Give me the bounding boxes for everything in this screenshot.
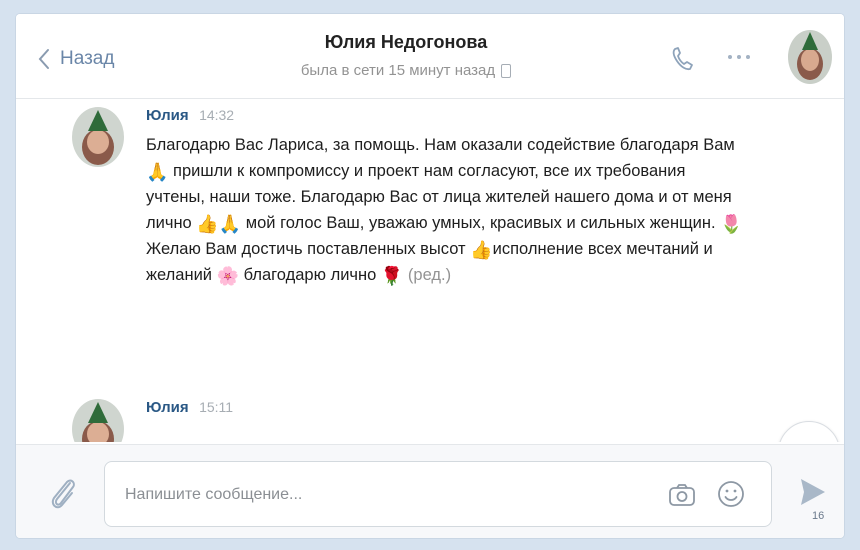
- mobile-icon: [501, 63, 512, 78]
- author-name[interactable]: Юлия: [146, 399, 189, 416]
- message-time: 15:11: [199, 399, 234, 415]
- message: Юлия 14:32 Благодарю Вас Лариса, за помо…: [72, 107, 772, 367]
- message-input[interactable]: [123, 480, 647, 510]
- emoji: 👍: [196, 214, 219, 234]
- paperclip-icon[interactable]: [46, 473, 80, 513]
- message-text-part: Желаю Вам достичь поставленных высот: [146, 240, 466, 258]
- phone-icon[interactable]: [668, 44, 698, 74]
- status-text: была в сети 15 минут назад: [300, 62, 496, 79]
- message-input-box: [104, 461, 772, 527]
- chat-header: Назад Юлия Недогонова была в сети 15 мин…: [16, 14, 844, 99]
- message-composer: [16, 444, 844, 538]
- edited-label: (ред.): [407, 266, 452, 284]
- message-header: Юлия 14:32: [146, 107, 234, 125]
- emoji: 🌹: [380, 266, 404, 286]
- message-text-part: мой голос Ваш, уважаю умных, красивых и …: [245, 214, 716, 232]
- smiley-icon[interactable]: [715, 478, 747, 510]
- message-text: Благодарю Вас Лариса, за помощь. Нам ока…: [146, 132, 746, 288]
- emoji: 👍: [470, 240, 493, 260]
- avatar[interactable]: [788, 30, 832, 84]
- back-button[interactable]: Назад: [38, 44, 114, 74]
- chat-window: Назад Юлия Недогонова была в сети 15 мин…: [16, 14, 844, 538]
- camera-icon[interactable]: [667, 480, 697, 510]
- scroll-down-button[interactable]: [778, 421, 840, 442]
- emoji: 🙏: [146, 162, 169, 182]
- message-text-part: благодарю лично: [243, 266, 377, 284]
- author-name[interactable]: Юлия: [146, 107, 189, 124]
- message-list: Юлия 14:32 Благодарю Вас Лариса, за помо…: [16, 99, 844, 442]
- chevron-left-icon: [38, 49, 49, 69]
- avatar[interactable]: [72, 107, 124, 167]
- message-time: 14:32: [199, 107, 235, 123]
- send-icon[interactable]: [798, 475, 828, 509]
- message: Юлия 15:11: [72, 399, 772, 442]
- back-label: Назад: [60, 48, 115, 69]
- page-number: 16: [812, 510, 825, 522]
- emoji: 🌸: [216, 266, 240, 286]
- online-status: была в сети 15 минут назад: [256, 62, 556, 79]
- avatar[interactable]: [72, 399, 124, 442]
- message-header: Юлия 15:11: [146, 399, 233, 417]
- chat-title[interactable]: Юлия Недогонова: [256, 32, 556, 53]
- more-icon[interactable]: [724, 46, 754, 68]
- message-text-part: Благодарю Вас Лариса, за помощь. Нам ока…: [146, 136, 735, 154]
- emoji: 🙏: [218, 214, 242, 234]
- emoji: 🌷: [720, 214, 743, 234]
